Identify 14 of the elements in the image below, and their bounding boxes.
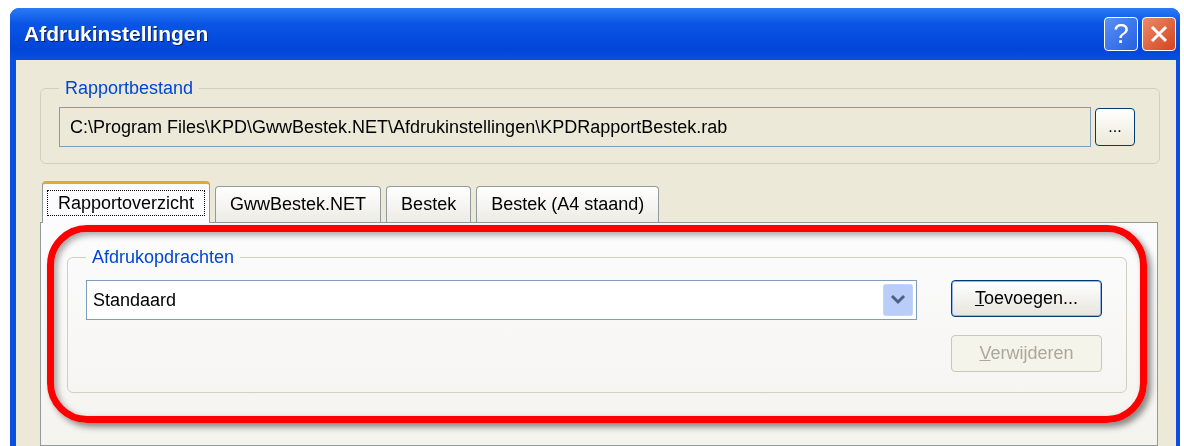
- close-button[interactable]: [1142, 17, 1176, 51]
- tab[interactable]: GwwBestek.NET: [215, 186, 382, 222]
- close-icon: [1149, 24, 1169, 44]
- group-label: Rapportbestand: [64, 78, 195, 99]
- tab[interactable]: Rapportoverzicht: [42, 181, 211, 223]
- help-button[interactable]: ?: [1104, 17, 1138, 51]
- file-path-field[interactable]: C:\Program Files\KPD\GwwBestek.NET\Afdrukinstellingen\KPDRapportBestek.rab: [59, 107, 1091, 147]
- group-label: Afdrukopdrachten: [91, 247, 236, 268]
- tab[interactable]: Bestek (A4 staand): [476, 186, 660, 222]
- action-button[interactable]: Toevoegen...: [951, 280, 1102, 317]
- window-title: Afdrukinstellingen: [24, 22, 210, 46]
- tab[interactable]: Bestek: [386, 186, 472, 222]
- print-job-dropdown[interactable]: Standaard: [86, 280, 917, 320]
- browse-button[interactable]: ...: [1095, 108, 1135, 146]
